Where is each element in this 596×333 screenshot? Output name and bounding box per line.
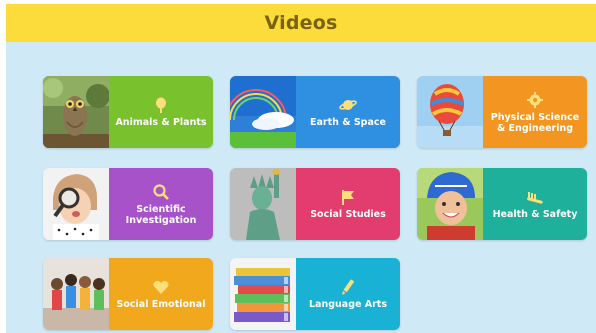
owl-thumbnail <box>43 76 109 148</box>
card-label-area: Physical Science & Engineering <box>483 76 587 148</box>
children-group-thumbnail <box>43 258 109 330</box>
category-card-social-emotional[interactable]: Social Emotional <box>43 258 213 330</box>
book-stack-thumbnail <box>230 258 296 330</box>
card-label: Social Studies <box>310 209 386 220</box>
category-card-animals-plants[interactable]: Animals & Plants <box>43 76 213 148</box>
category-card-earth-space[interactable]: Earth & Space <box>230 76 400 148</box>
gear-icon <box>526 91 544 109</box>
category-card-social-studies[interactable]: Social Studies <box>230 168 400 240</box>
card-label: Earth & Space <box>310 117 386 128</box>
videos-page: Videos Animals & Plants Earth & Space Ph… <box>0 0 596 333</box>
heart-icon <box>152 278 170 296</box>
magnifier-icon <box>152 183 170 201</box>
card-label-area: Language Arts <box>296 258 400 330</box>
category-card-scientific-investigation[interactable]: Scientific Investigation <box>43 168 213 240</box>
pencil-icon <box>339 278 357 296</box>
card-label-area: Social Emotional <box>109 258 213 330</box>
page-header: Videos <box>6 4 596 42</box>
card-label: Social Emotional <box>116 299 206 310</box>
category-card-physical-science[interactable]: Physical Science & Engineering <box>417 76 587 148</box>
card-label-area: Scientific Investigation <box>109 168 213 240</box>
card-label: Language Arts <box>309 299 387 310</box>
category-card-language-arts[interactable]: Language Arts <box>230 258 400 330</box>
card-label: Scientific Investigation <box>125 203 197 226</box>
rainbow-sky-thumbnail <box>230 76 296 148</box>
card-label-area: Earth & Space <box>296 76 400 148</box>
page-title: Videos <box>264 12 338 34</box>
flag-icon <box>339 188 357 206</box>
child-magnifier-thumbnail <box>43 168 109 240</box>
card-label-area: Animals & Plants <box>109 76 213 148</box>
statue-of-liberty-thumbnail <box>230 168 296 240</box>
card-label-area: Social Studies <box>296 168 400 240</box>
category-grid: Animals & Plants Earth & Space Physical … <box>6 42 596 333</box>
card-label: Physical Science & Engineering <box>490 111 580 134</box>
card-label: Animals & Plants <box>115 117 207 128</box>
card-label-area: Health & Safety <box>483 168 587 240</box>
planet-icon <box>339 96 357 114</box>
toothbrush-icon <box>526 188 544 206</box>
hot-air-balloon-thumbnail <box>417 76 483 148</box>
child-helmet-thumbnail <box>417 168 483 240</box>
card-label: Health & Safety <box>492 209 578 220</box>
leaf-icon <box>152 96 170 114</box>
category-card-health-safety[interactable]: Health & Safety <box>417 168 587 240</box>
